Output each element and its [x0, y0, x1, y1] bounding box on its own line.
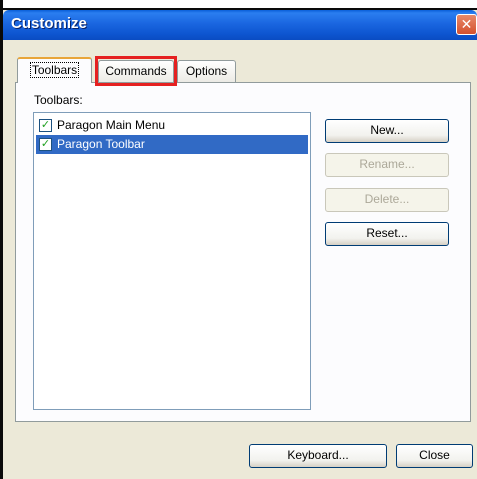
toolbars-listbox[interactable]: ✓ Paragon Main Menu ✓ Paragon Toolbar: [33, 112, 311, 410]
list-item-label: Paragon Toolbar: [57, 137, 145, 151]
top-border: [3, 0, 477, 10]
keyboard-button[interactable]: Keyboard...: [249, 444, 387, 468]
list-item-label: Paragon Main Menu: [57, 118, 166, 132]
close-icon[interactable]: ✕: [456, 14, 477, 35]
window-title: Customize: [11, 15, 87, 32]
list-item[interactable]: ✓ Paragon Main Menu: [36, 116, 308, 135]
reset-button[interactable]: Reset...: [325, 222, 449, 246]
toolbars-tab-panel: Toolbars: ✓ Paragon Main Menu ✓ Paragon …: [15, 82, 471, 422]
title-bar[interactable]: Customize ✕: [3, 10, 477, 40]
new-button[interactable]: New...: [325, 119, 449, 143]
tab-toolbars[interactable]: Toolbars: [17, 57, 92, 83]
tab-options[interactable]: Options: [177, 60, 236, 82]
toolbars-list-label: Toolbars:: [34, 93, 83, 107]
commands-tab-highlight: [95, 56, 177, 86]
list-item[interactable]: ✓ Paragon Toolbar: [36, 135, 308, 154]
customize-dialog: Customize ✕ Toolbars Commands Options To…: [0, 0, 477, 479]
delete-button[interactable]: Delete...: [325, 188, 449, 212]
checkbox-paragon-main-menu[interactable]: ✓: [39, 119, 52, 132]
close-button[interactable]: Close: [396, 444, 473, 468]
tab-options-label: Options: [185, 64, 228, 78]
tab-toolbars-label: Toolbars: [29, 62, 80, 78]
rename-button[interactable]: Rename...: [325, 153, 449, 177]
checkbox-paragon-toolbar[interactable]: ✓: [39, 138, 52, 151]
